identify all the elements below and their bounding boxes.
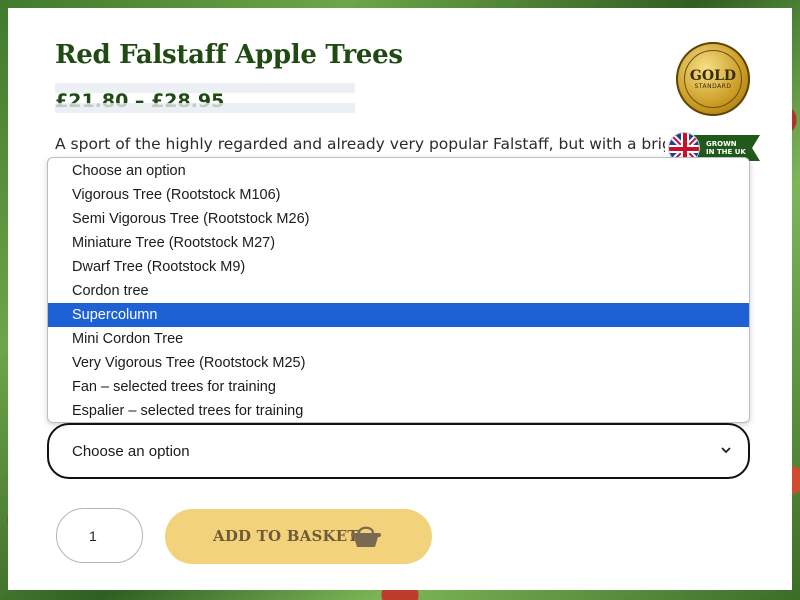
option-miniature[interactable]: Miniature Tree (Rootstock M27) (48, 231, 749, 255)
option-choose[interactable]: Choose an option (48, 159, 749, 183)
rootstock-options-list[interactable]: Choose an option Vigorous Tree (Rootstoc… (47, 157, 750, 423)
option-cordon[interactable]: Cordon tree (48, 279, 749, 303)
option-semi-vigorous[interactable]: Semi Vigorous Tree (Rootstock M26) (48, 207, 749, 231)
option-vigorous[interactable]: Vigorous Tree (Rootstock M106) (48, 183, 749, 207)
rootstock-select[interactable]: Choose an option (47, 423, 750, 479)
quantity-input[interactable]: 1 (56, 508, 143, 563)
faded-text-ghost (55, 103, 355, 113)
uk-badge-line2: IN THE UK (706, 148, 746, 156)
add-to-basket-button[interactable]: ADD TO BASKET (165, 509, 432, 564)
option-supercolumn[interactable]: Supercolumn (48, 303, 749, 327)
select-current-value: Choose an option (72, 443, 190, 460)
option-fan[interactable]: Fan – selected trees for training (48, 375, 749, 399)
chevron-down-icon (721, 447, 731, 454)
option-mini-cordon[interactable]: Mini Cordon Tree (48, 327, 749, 351)
gold-standard-badge: GOLD STANDARD (676, 42, 750, 116)
option-dwarf[interactable]: Dwarf Tree (Rootstock M9) (48, 255, 749, 279)
faded-text-ghost (55, 83, 355, 93)
add-to-basket-label: ADD TO BASKET (213, 527, 359, 545)
basket-icon (351, 526, 381, 547)
option-very-vigorous[interactable]: Very Vigorous Tree (Rootstock M25) (48, 351, 749, 375)
option-espalier[interactable]: Espalier – selected trees for training (48, 399, 749, 422)
product-title: Red Falstaff Apple Trees (55, 40, 403, 70)
uk-badge-line1: GROWN (706, 140, 737, 148)
